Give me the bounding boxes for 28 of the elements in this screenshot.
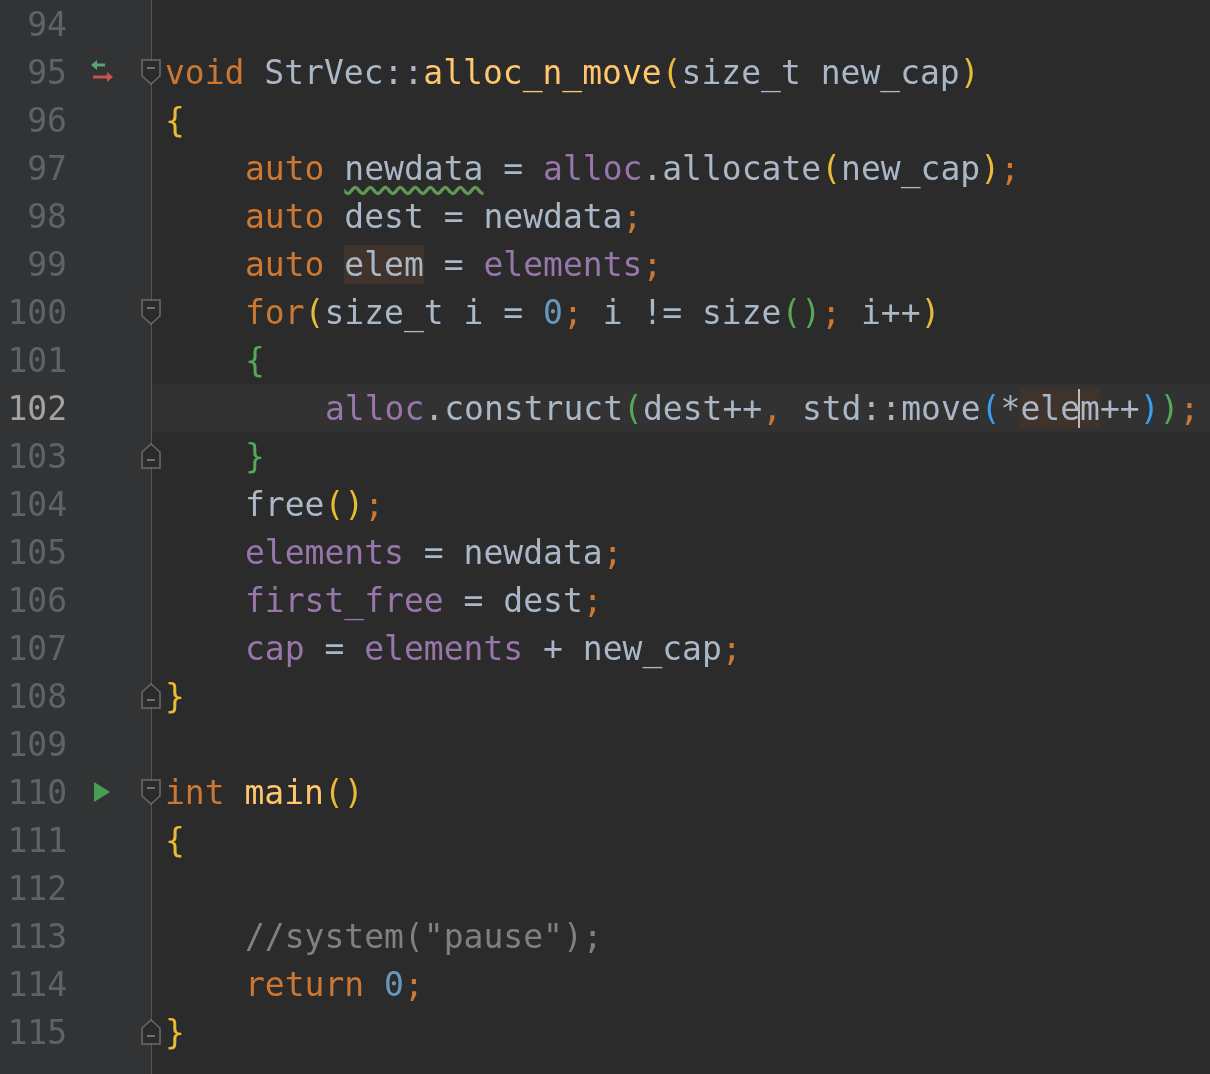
code-line: }	[165, 676, 185, 716]
code-line: auto newdata = alloc.allocate(new_cap);	[245, 148, 1020, 188]
code-line: int main()	[165, 772, 364, 812]
code-line: for(size_t i = 0; i != size(); i++)	[245, 292, 941, 332]
code-line: auto elem = elements;	[245, 244, 663, 284]
code-line: return 0;	[245, 964, 424, 1004]
fold-marker-icon[interactable]	[141, 779, 161, 805]
code-line: elements = newdata;	[245, 532, 623, 572]
code-line: cap = elements + new_cap;	[245, 628, 742, 668]
code-line: auto dest = newdata;	[245, 196, 643, 236]
line-number: 102	[6, 388, 67, 428]
fold-end-marker-icon[interactable]	[141, 1019, 161, 1045]
code-line: first_free = dest;	[245, 580, 603, 620]
fold-marker-icon[interactable]	[141, 59, 161, 85]
code-line: void StrVec::alloc_n_move(size_t new_cap)	[165, 52, 980, 92]
fold-marker-icon[interactable]	[141, 299, 161, 325]
code-line: {	[245, 340, 265, 380]
override-arrows-icon[interactable]	[89, 59, 115, 85]
code-line: {	[165, 820, 185, 860]
code-line: }	[245, 436, 265, 476]
code-editor[interactable]	[0, 0, 1210, 1074]
code-line: }	[165, 1012, 185, 1052]
run-icon[interactable]	[93, 781, 111, 803]
fold-end-marker-icon[interactable]	[141, 683, 161, 709]
code-line: //system("pause");	[245, 916, 603, 956]
code-line: free();	[245, 484, 385, 524]
code-line: {	[165, 100, 185, 140]
fold-end-marker-icon[interactable]	[141, 443, 161, 469]
